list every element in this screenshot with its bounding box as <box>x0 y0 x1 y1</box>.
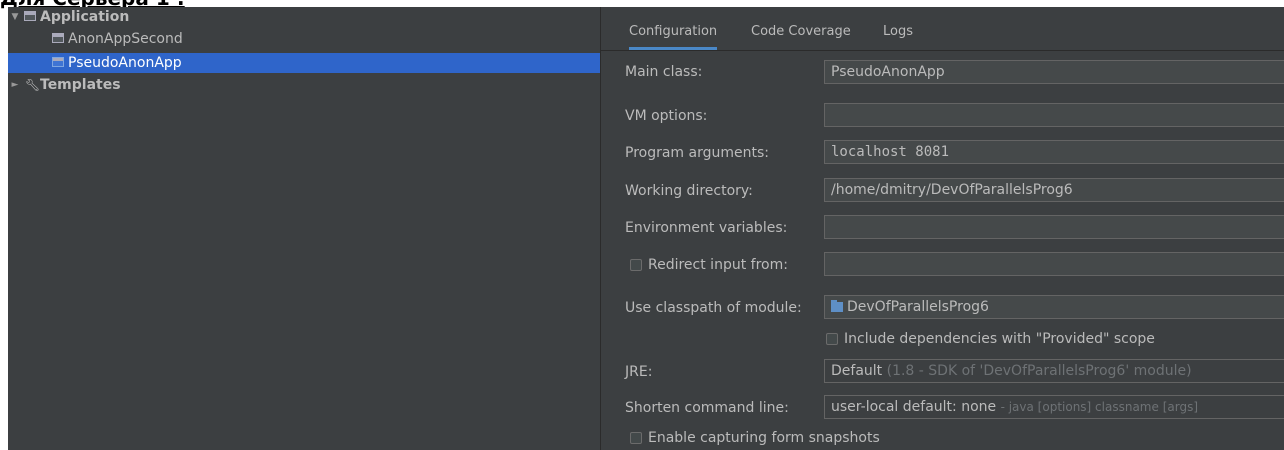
tree-item-label: Application <box>40 9 130 25</box>
run-configurations-dialog: ▼ Application AnonAppSecond PseudoAnonAp… <box>8 7 1284 450</box>
expand-arrow-icon[interactable]: ▼ <box>10 7 20 27</box>
capture-snapshots-label: Enable capturing form snapshots <box>648 430 880 446</box>
expand-arrow-icon[interactable]: ► <box>10 75 20 95</box>
application-icon <box>24 11 36 21</box>
module-folder-icon <box>831 300 843 312</box>
vm-options-label: VM options: <box>625 108 708 124</box>
shorten-command-line-select[interactable]: user-local default: none - java [options… <box>824 395 1284 419</box>
tab-divider <box>601 50 1284 51</box>
tree-item-pseudoanonapp[interactable]: PseudoAnonApp <box>8 53 600 73</box>
tree-item-application[interactable]: ▼ Application <box>8 7 600 27</box>
tree-item-label: PseudoAnonApp <box>68 55 182 71</box>
tab-configuration[interactable]: Configuration <box>629 19 718 50</box>
include-provided-label: Include dependencies with "Provided" sco… <box>844 331 1155 347</box>
classpath-module-value: DevOfParallelsProg6 <box>847 299 989 315</box>
working-directory-field[interactable]: /home/dmitry/DevOfParallelsProg6 <box>824 178 1284 202</box>
main-class-label: Main class: <box>625 64 703 80</box>
configuration-panel: Configuration Code Coverage Logs Main cl… <box>601 7 1284 450</box>
environment-variables-field[interactable] <box>824 215 1284 239</box>
redirect-input-checkbox[interactable] <box>630 259 642 271</box>
classpath-module-label: Use classpath of module: <box>625 300 802 316</box>
run-config-icon <box>52 57 64 67</box>
tree-item-label: AnonAppSecond <box>68 31 183 47</box>
shorten-command-line-value: user-local default: none <box>831 399 997 415</box>
working-directory-label: Working directory: <box>625 183 753 199</box>
jre-label: JRE: <box>625 364 653 380</box>
shorten-command-line-hint: - java [options] classname [args] <box>1000 400 1198 414</box>
include-provided-checkbox[interactable] <box>826 333 838 345</box>
main-class-field[interactable]: PseudoAnonApp <box>824 60 1284 84</box>
run-config-icon <box>52 33 64 43</box>
tree-item-templates[interactable]: ► 🔧︎ Templates <box>8 75 600 95</box>
tab-code-coverage[interactable]: Code Coverage <box>751 19 851 47</box>
classpath-module-select[interactable]: DevOfParallelsProg6 <box>824 295 1284 319</box>
wrench-icon: 🔧︎ <box>25 78 41 92</box>
jre-hint: (1.8 - SDK of 'DevOfParallelsProg6' modu… <box>886 363 1192 379</box>
capture-snapshots-checkbox[interactable] <box>630 432 642 444</box>
shorten-command-line-label: Shorten command line: <box>625 400 789 416</box>
program-arguments-label: Program arguments: <box>625 145 769 161</box>
vm-options-field[interactable] <box>824 103 1284 127</box>
tab-logs[interactable]: Logs <box>883 19 913 47</box>
program-arguments-field[interactable]: localhost 8081 <box>824 140 1284 164</box>
redirect-input-label: Redirect input from: <box>648 257 788 273</box>
environment-variables-label: Environment variables: <box>625 220 788 236</box>
jre-select[interactable]: Default (1.8 - SDK of 'DevOfParallelsPro… <box>824 359 1284 383</box>
tree-item-label: Templates <box>40 77 121 93</box>
configuration-tree: ▼ Application AnonAppSecond PseudoAnonAp… <box>8 7 601 450</box>
tree-item-anonappsecond[interactable]: AnonAppSecond <box>8 29 600 49</box>
redirect-input-field[interactable] <box>824 252 1284 276</box>
jre-value: Default <box>831 363 883 379</box>
